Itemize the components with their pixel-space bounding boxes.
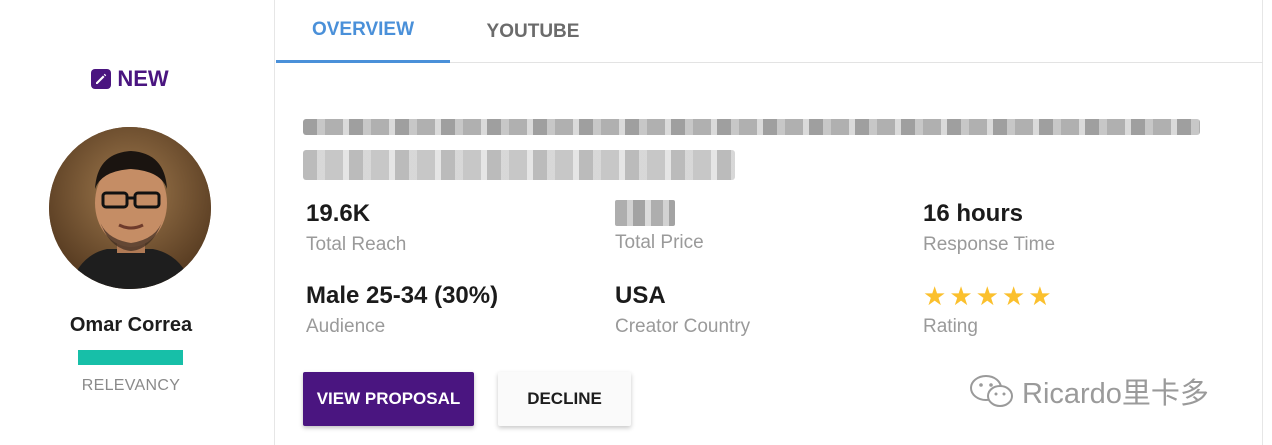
relevancy-label: RELEVANCY xyxy=(81,377,181,394)
redacted-description-line xyxy=(303,150,735,180)
stat-label: Rating xyxy=(923,316,978,337)
stat-audience: Male 25-34 (30%) Audience xyxy=(306,282,498,338)
avatar[interactable] xyxy=(49,127,211,289)
tab-overview[interactable]: OVERVIEW xyxy=(276,0,450,63)
view-proposal-button[interactable]: VIEW PROPOSAL xyxy=(303,372,474,426)
star-icon: ★ xyxy=(923,281,947,311)
relevancy-bar xyxy=(78,350,183,365)
star-icon: ★ xyxy=(1001,281,1026,311)
new-badge-label: NEW xyxy=(117,66,169,91)
stat-label: Response Time xyxy=(923,234,1056,255)
tab-bar: OVERVIEW YOUTUBE xyxy=(276,0,1263,63)
stat-label: Total Reach xyxy=(306,234,407,255)
stat-label: Audience xyxy=(306,316,386,337)
stat-total-price: Total Price xyxy=(615,200,704,254)
creator-profile-panel: NEW Omar Correa RELEVANCY xyxy=(0,0,275,445)
edit-icon xyxy=(91,69,112,89)
stat-total-reach: 19.6K Total Reach xyxy=(306,200,406,256)
stat-value: Male 25-34 (30%) xyxy=(306,282,499,309)
creator-name: Omar Correa xyxy=(69,314,193,336)
star-icon: ★ xyxy=(949,281,973,311)
stat-value-redacted xyxy=(615,200,704,226)
stat-rating: ★ ★ ★ ★ ★ Rating xyxy=(923,282,1052,338)
star-icon: ★ xyxy=(1028,281,1052,311)
watermark: Ricardo里卡多 xyxy=(968,370,1209,412)
star-rating: ★ ★ ★ ★ ★ xyxy=(923,282,1052,310)
star-icon: ★ xyxy=(975,281,999,311)
stat-value: 16 hours xyxy=(923,200,1024,227)
stat-creator-country: USA Creator Country xyxy=(615,282,750,338)
wechat-icon xyxy=(970,375,1013,407)
stat-response-time: 16 hours Response Time xyxy=(923,200,1055,256)
tab-youtube[interactable]: YOUTUBE xyxy=(450,0,616,63)
stat-label: Total Price xyxy=(615,232,704,253)
stat-value: USA xyxy=(615,282,666,309)
redacted-price xyxy=(615,200,675,226)
new-badge: NEW xyxy=(0,66,260,92)
decline-button[interactable]: DECLINE xyxy=(498,372,631,426)
watermark-text: Ricardo里卡多 xyxy=(1022,378,1209,410)
redacted-description-line xyxy=(303,119,1200,135)
stat-value: 19.6K xyxy=(306,200,371,227)
stat-label: Creator Country xyxy=(615,316,751,337)
